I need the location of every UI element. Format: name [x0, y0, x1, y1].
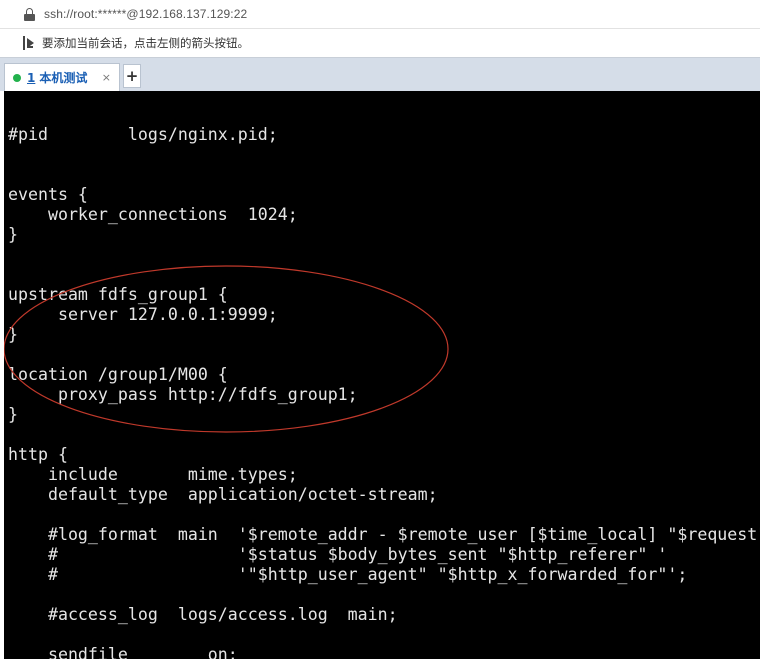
arrow-right-icon[interactable] — [22, 35, 36, 51]
address-bar[interactable]: ssh://root:******@192.168.137.129:22 — [0, 0, 760, 29]
status-dot-icon — [13, 73, 21, 82]
hint-text: 要添加当前会话，点击左侧的箭头按钮。 — [42, 36, 249, 50]
tab-label: 本机测试 — [39, 71, 88, 85]
close-icon[interactable]: × — [102, 71, 111, 84]
hint-bar: 要添加当前会话，点击左侧的箭头按钮。 — [0, 29, 760, 57]
session-url[interactable]: ssh://root:******@192.168.137.129:22 — [44, 7, 247, 21]
lock-icon — [24, 7, 35, 21]
new-tab-button[interactable]: + — [123, 64, 141, 88]
tab-bar: 1 本机测试 × + — [0, 57, 760, 91]
tab-number: 1 — [27, 70, 36, 85]
red-annotation-ellipse — [4, 265, 449, 433]
terminal[interactable]: #pid logs/nginx.pid; events { worker_conn… — [4, 91, 760, 659]
tab-session-1[interactable]: 1 本机测试 × — [4, 63, 120, 91]
annotation-ellipse-layer — [4, 265, 449, 433]
